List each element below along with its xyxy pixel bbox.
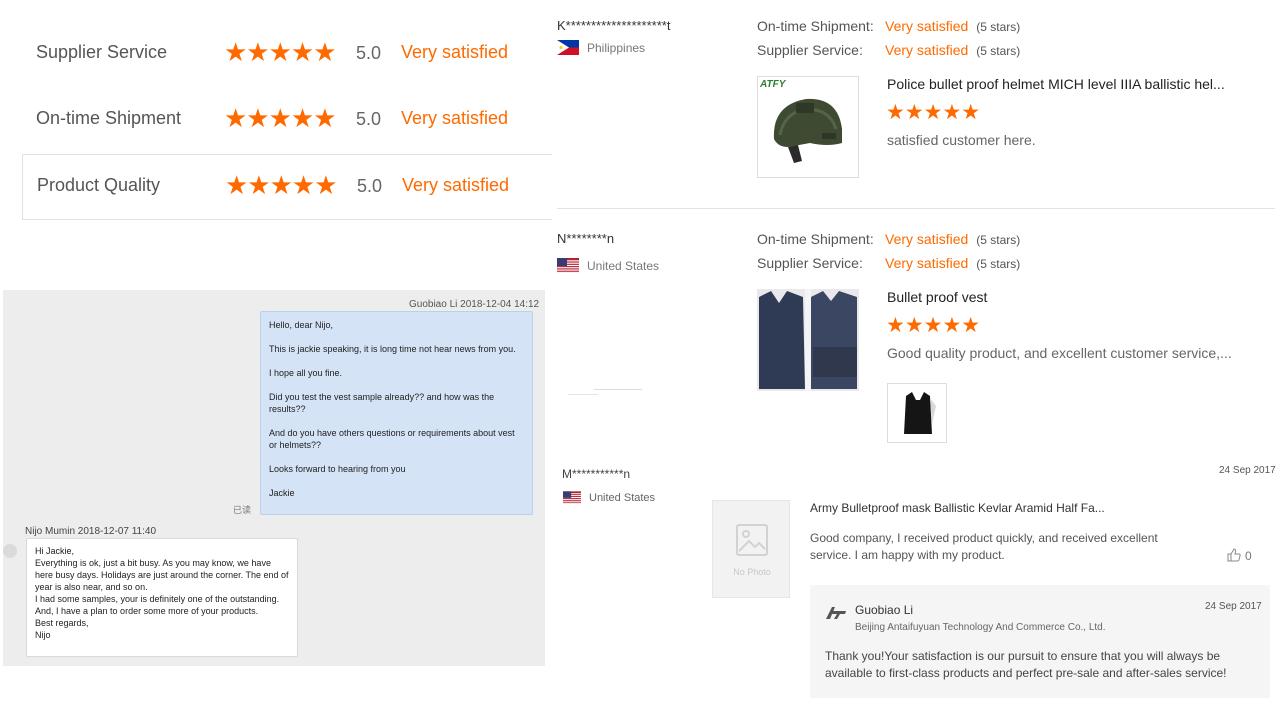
us-flag-icon	[557, 258, 579, 273]
chat-message-header: Nijo Mumin 2018-12-07 11:40	[25, 526, 157, 537]
product-thumbnail[interactable]: ATFY	[757, 76, 859, 178]
reply-company: Beijing Antaifuyuan Technology And Comme…	[855, 622, 1106, 633]
like-count: 0	[1245, 549, 1252, 563]
meta-stars: (5 stars)	[976, 257, 1021, 271]
review-comment: Good quality product, and excellent cust…	[887, 345, 1232, 361]
meta-value: Very satisfied	[885, 18, 969, 34]
review-date: 24 Sep 2017	[1219, 465, 1276, 476]
chat-line: And do you have others questions or requ…	[269, 428, 515, 450]
meta-stars: (5 stars)	[976, 233, 1021, 247]
star-rating: ★★★★★	[225, 170, 338, 200]
summary-text: Very satisfied	[401, 42, 509, 62]
star-rating: ★★★★★	[886, 101, 981, 124]
no-photo-label: No Photo	[733, 567, 771, 577]
summary-row-on-time-shipment: On-time Shipment ★★★★★ 5.0 Very satisfie…	[22, 88, 552, 152]
meta-label: On-time Shipment:	[757, 231, 874, 247]
review-service-rating: Supplier Service: Very satisfied (5 stars)	[757, 42, 1020, 58]
meta-stars: (5 stars)	[976, 44, 1021, 58]
star-rating: ★★★★★	[224, 37, 337, 67]
meta-value: Very satisfied	[885, 42, 969, 58]
review-comment: satisfied customer here.	[887, 132, 1036, 148]
reviewer-name: N********n	[557, 231, 615, 246]
vest-image	[757, 289, 859, 391]
us-flag-icon	[563, 491, 581, 504]
review-card: N********n United States On-time Shipmen…	[557, 231, 1275, 446]
review-card: K********************t Philippines On-ti…	[557, 18, 1275, 198]
star-rating: ★★★★★	[224, 103, 337, 133]
chat-line: I had some samples, your is definitely o…	[35, 594, 280, 604]
reply-author: Guobiao Li	[855, 603, 914, 617]
meta-value: Very satisfied	[885, 231, 969, 247]
reviewer-country: United States	[563, 491, 655, 504]
product-title[interactable]: Army Bulletproof mask Ballistic Kevlar A…	[810, 501, 1105, 515]
summary-score: 5.0	[357, 176, 383, 196]
like-button[interactable]: 0	[1227, 548, 1252, 563]
chat-line: Hello, dear Nijo,	[269, 320, 334, 330]
chat-bubble-outgoing: Hello, dear Nijo, This is jackie speakin…	[260, 311, 533, 515]
meta-value: Very satisfied	[885, 255, 969, 271]
review-photo[interactable]	[887, 383, 947, 443]
chat-line: Looks forward to hearing from you	[269, 464, 406, 474]
meta-stars: (5 stars)	[976, 20, 1021, 34]
vest-photo-image	[888, 384, 946, 442]
summary-row-supplier-service: Supplier Service ★★★★★ 5.0 Very satisfie…	[22, 22, 552, 86]
review-service-rating: Supplier Service: Very satisfied (5 stars)	[757, 255, 1020, 271]
helmet-image	[758, 77, 858, 177]
chat-line: This is jackie speaking, it is long time…	[269, 344, 516, 354]
reply-date: 24 Sep 2017	[1205, 601, 1262, 612]
summary-score: 5.0	[356, 109, 382, 129]
reviewer-name: M***********n	[562, 467, 631, 481]
product-title[interactable]: Police bullet proof helmet MICH level II…	[887, 76, 1225, 92]
avatar	[3, 544, 17, 558]
meta-label: Supplier Service:	[757, 255, 863, 271]
review-shipment-rating: On-time Shipment: Very satisfied (5 stars)	[757, 18, 1020, 34]
summary-score: 5.0	[356, 43, 382, 63]
star-rating: ★★★★★	[886, 314, 981, 337]
no-photo-placeholder: No Photo	[712, 500, 790, 598]
read-receipt: 已读	[233, 505, 252, 515]
reviewer-name: K********************t	[557, 18, 671, 33]
summary-text: Very satisfied	[401, 108, 509, 128]
company-logo-icon	[826, 607, 846, 619]
meta-label: Supplier Service:	[757, 42, 863, 58]
image-placeholder-icon	[736, 524, 768, 556]
thumbs-up-icon	[1227, 548, 1241, 562]
supplier-reply: Guobiao Li Beijing Antaifuyuan Technolog…	[810, 585, 1270, 698]
country-label: United States	[589, 492, 656, 504]
country-label: United States	[587, 259, 660, 273]
chat-bubble-incoming: Hi Jackie, Everything is ok, just a bit …	[26, 538, 298, 657]
reviewer-country: Philippines	[557, 40, 645, 55]
review-card: M***********n United States 24 Sep 2017 …	[557, 460, 1277, 710]
philippines-flag-icon	[557, 40, 579, 55]
meta-label: On-time Shipment:	[757, 18, 874, 34]
product-title[interactable]: Bullet proof vest	[887, 289, 987, 305]
review-comment: Good company, I received product quickly…	[810, 531, 1158, 562]
reply-text: Thank you!Your satisfaction is our pursu…	[825, 649, 1227, 680]
reviewer-country: United States	[557, 258, 659, 273]
country-label: Philippines	[587, 41, 646, 55]
divider	[557, 208, 1275, 209]
chat-line: Jackie	[269, 488, 295, 498]
summary-label: Supplier Service	[36, 42, 168, 62]
brand-logo: ATFY	[760, 79, 786, 90]
summary-label: On-time Shipment	[36, 108, 182, 128]
summary-text: Very satisfied	[402, 175, 510, 195]
chat-line: Best regards,	[35, 618, 89, 628]
chat-line: Everything is ok, just a bit busy. As yo…	[35, 558, 289, 592]
summary-row-product-quality: Product Quality ★★★★★ 5.0 Very satisfied	[22, 154, 552, 220]
chat-line: Nijo	[35, 630, 51, 640]
chat-line: Did you test the vest sample already?? a…	[269, 392, 495, 414]
rating-summary: Supplier Service ★★★★★ 5.0 Very satisfie…	[22, 22, 552, 220]
chat-line: And, I have a plan to order some more of…	[35, 606, 259, 616]
chat-message-header: Guobiao Li 2018-12-04 14:12	[409, 299, 540, 310]
review-shipment-rating: On-time Shipment: Very satisfied (5 stars)	[757, 231, 1020, 247]
product-thumbnail[interactable]	[757, 289, 859, 391]
summary-label: Product Quality	[37, 175, 161, 195]
chat-line: Hi Jackie,	[35, 546, 75, 556]
chat-line: I hope all you fine.	[269, 368, 343, 378]
chat-panel: Guobiao Li 2018-12-04 14:12 Hello, dear …	[3, 290, 545, 666]
